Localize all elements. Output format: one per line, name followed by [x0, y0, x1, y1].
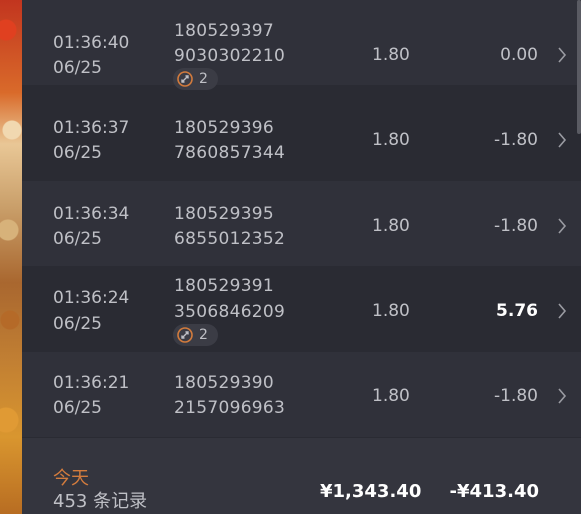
free-spin-badge: 2 — [173, 324, 218, 346]
record-time: 01:36:37 — [53, 118, 130, 138]
scrollbar[interactable] — [577, 0, 581, 134]
record-id-part1: 180529397 — [174, 21, 275, 41]
record-stake: 1.80 — [372, 301, 410, 321]
free-spin-icon — [177, 71, 193, 87]
record-profit: -1.80 — [494, 216, 538, 236]
record-profit: -1.80 — [494, 130, 538, 150]
record-profit: 0.00 — [500, 45, 538, 65]
today-label: 今天 — [53, 468, 89, 489]
record-id-part2: 3506846209 — [174, 302, 286, 322]
chevron-right-icon[interactable] — [557, 132, 567, 148]
chevron-right-icon[interactable] — [557, 47, 567, 63]
bet-records-list[interactable]: 01:36:40 06/25 180529397 9030302210 2 1.… — [22, 0, 581, 514]
record-id-part2: 9030302210 — [174, 46, 286, 66]
record-id-part2: 6855012352 — [174, 229, 286, 249]
bet-record-row[interactable]: 01:36:37 06/25 180529396 7860857344 1.80… — [22, 95, 581, 180]
record-time: 01:36:40 — [53, 33, 130, 53]
record-id-part1: 180529395 — [174, 204, 275, 224]
bet-history-screen: 01:36:40 06/25 180529397 9030302210 2 1.… — [0, 0, 581, 514]
record-stake: 1.80 — [372, 386, 410, 406]
record-time: 01:36:21 — [53, 373, 130, 393]
total-stake: ¥1,343.40 — [320, 481, 422, 502]
daily-summary-footer: 今天 453 条记录 ¥1,343.40 -¥413.40 — [22, 438, 581, 514]
free-spin-icon — [177, 327, 193, 343]
record-date: 06/25 — [53, 229, 102, 249]
record-id-part1: 180529396 — [174, 118, 275, 138]
record-time: 01:36:24 — [53, 288, 130, 308]
free-spin-count: 2 — [199, 71, 208, 87]
record-count: 453 条记录 — [53, 491, 148, 512]
record-id-part1: 180529390 — [174, 373, 275, 393]
bet-record-row[interactable]: 01:36:24 06/25 180529391 3506846209 2 1.… — [22, 266, 581, 351]
chevron-right-icon[interactable] — [557, 388, 567, 404]
record-stake: 1.80 — [372, 45, 410, 65]
total-profit: -¥413.40 — [449, 481, 539, 502]
chevron-right-icon[interactable] — [557, 218, 567, 234]
bet-record-row[interactable]: 01:36:40 06/25 180529397 9030302210 2 1.… — [22, 0, 581, 90]
record-date: 06/25 — [53, 314, 102, 334]
record-id-part1: 180529391 — [174, 276, 275, 296]
record-profit: 5.76 — [496, 301, 538, 321]
record-date: 06/25 — [53, 143, 102, 163]
bet-record-row[interactable]: 01:36:34 06/25 180529395 6855012352 1.80… — [22, 181, 581, 266]
record-stake: 1.80 — [372, 216, 410, 236]
record-id-part2: 2157096963 — [174, 398, 286, 418]
record-date: 06/25 — [53, 58, 102, 78]
record-id-part2: 7860857344 — [174, 143, 286, 163]
chevron-right-icon[interactable] — [557, 303, 567, 319]
free-spin-badge: 2 — [173, 68, 218, 90]
record-profit: -1.80 — [494, 386, 538, 406]
background-game-art — [0, 0, 22, 514]
record-stake: 1.80 — [372, 130, 410, 150]
record-date: 06/25 — [53, 398, 102, 418]
bet-record-row[interactable]: 01:36:21 06/25 180529390 2157096963 1.80… — [22, 352, 581, 437]
record-time: 01:36:34 — [53, 204, 130, 224]
free-spin-count: 2 — [199, 327, 208, 343]
